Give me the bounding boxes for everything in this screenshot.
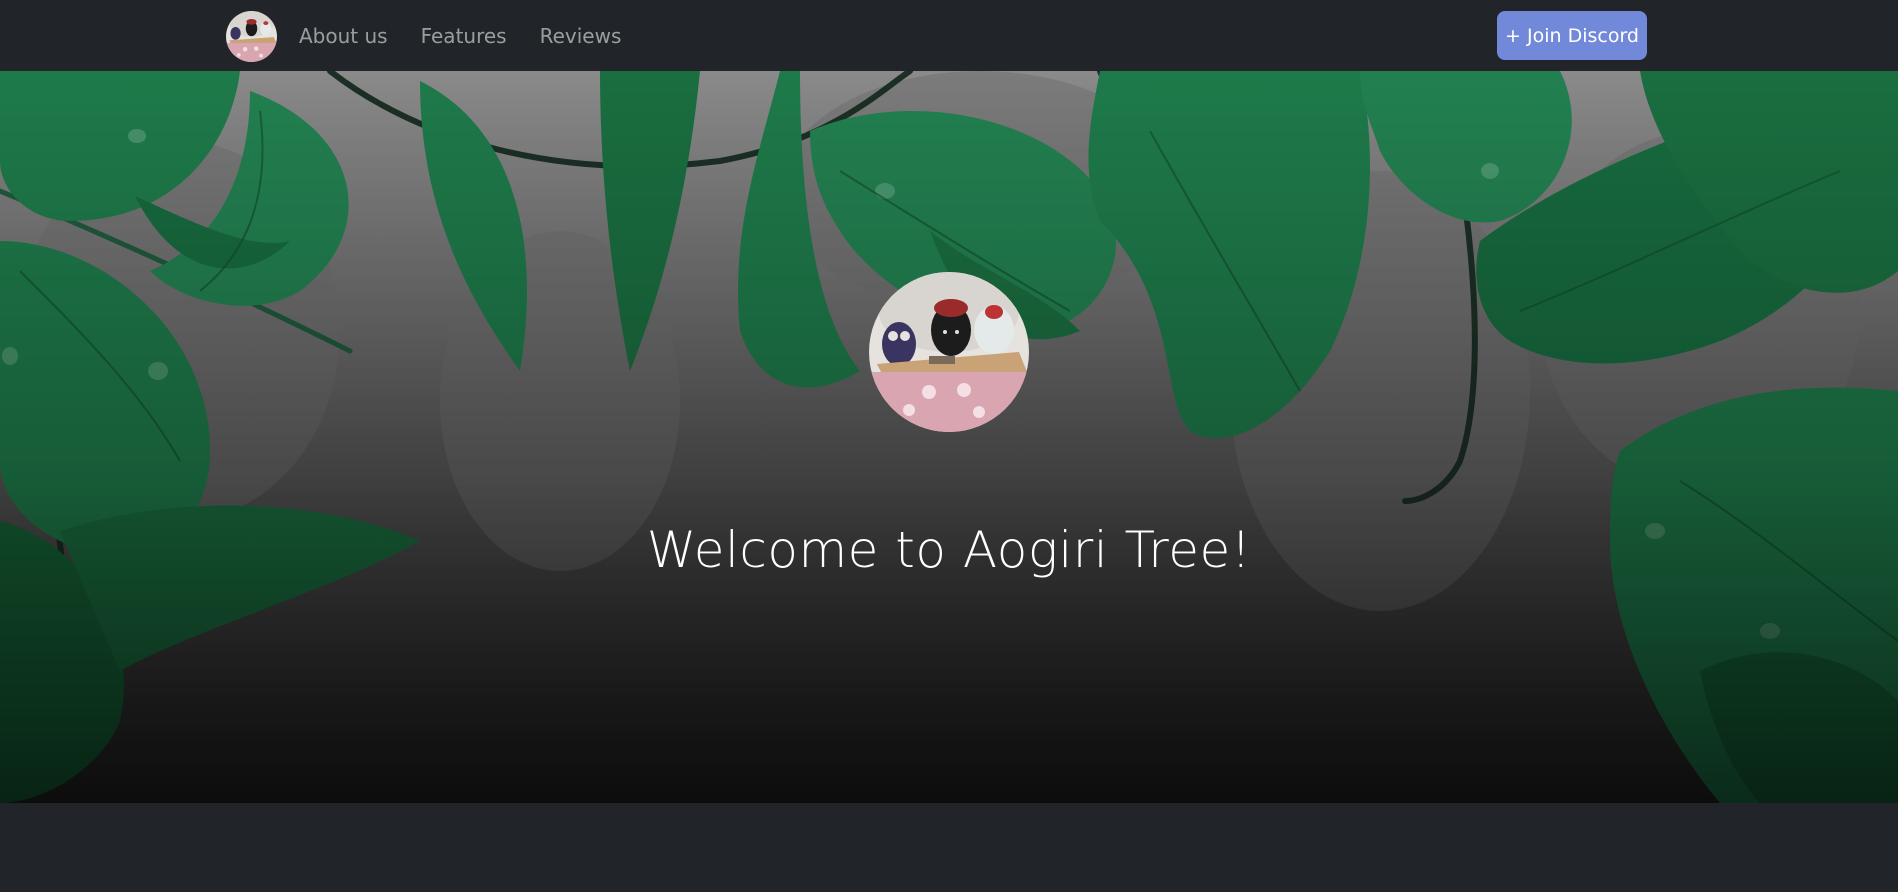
nav-link-about[interactable]: About us [299, 24, 388, 48]
navbar: About us Features Reviews + Join Discord [0, 0, 1898, 71]
nav-link-features[interactable]: Features [421, 24, 507, 48]
nav-link-reviews[interactable]: Reviews [540, 24, 622, 48]
join-discord-button[interactable]: + Join Discord [1497, 11, 1647, 60]
hero-section: Welcome to Aogiri Tree! [0, 71, 1898, 803]
aogiri-avatar-icon[interactable] [226, 11, 277, 62]
page-bottom-area [0, 803, 1898, 892]
nav-links: About us Features Reviews [299, 0, 621, 71]
hero-title: Welcome to Aogiri Tree! [646, 521, 1252, 579]
jungle-leaves-background [0, 71, 1898, 803]
hero-avatar-icon [869, 272, 1029, 432]
